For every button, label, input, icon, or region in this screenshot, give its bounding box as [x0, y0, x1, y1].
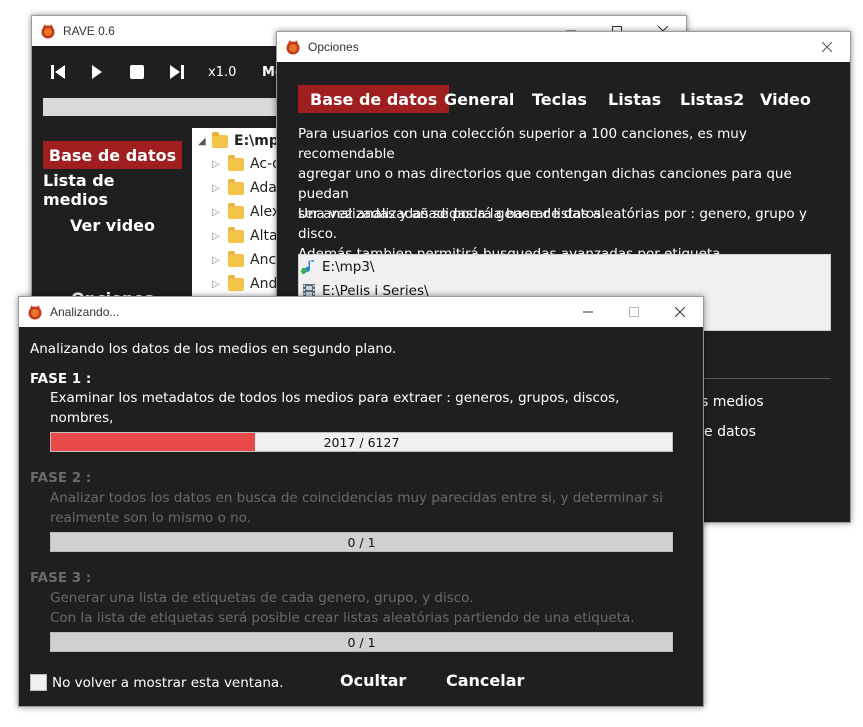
phase-description-line: Examinar los metadatos de todos los medi… [50, 390, 620, 426]
next-button[interactable] [167, 62, 187, 82]
dont-show-again-checkbox[interactable] [30, 674, 47, 691]
phase-1-title: FASE 1 : [30, 371, 92, 387]
phase-1-progress-label: 2017 / 6127 [323, 434, 400, 450]
tab-listas2[interactable]: Listas2 [668, 85, 756, 113]
skip-next-icon [170, 65, 184, 79]
phase-description-line: realmente son lo mismo o no. [50, 510, 251, 526]
minimize-icon [583, 311, 593, 313]
description-line: Una vez analizadas se podrá generar list… [298, 206, 807, 242]
play-button[interactable] [87, 62, 107, 82]
phase-2-progress-bar: 0 / 1 [50, 532, 673, 552]
tab-listas[interactable]: Listas [596, 85, 673, 113]
phase-3-progress-bar: 0 / 1 [50, 632, 673, 652]
rave-app-icon [41, 24, 55, 39]
tree-item[interactable]: ▷ Ac-dc [192, 154, 289, 174]
folder-icon [228, 178, 244, 195]
stop-icon [130, 65, 144, 79]
close-button[interactable] [804, 32, 850, 62]
close-icon [822, 42, 832, 52]
folder-icon [228, 274, 244, 291]
collapsed-arrow-icon: ▷ [212, 206, 220, 218]
minimize-button[interactable] [565, 297, 611, 327]
folder-icon [228, 154, 244, 171]
nav-lista-de-medios[interactable]: Lista de medios [43, 171, 182, 209]
tab-video[interactable]: Video [748, 85, 823, 113]
nav-ver-video[interactable]: Ver video [43, 211, 182, 239]
phase-3-description: Generar una lista de etiquetas de cada g… [50, 588, 670, 628]
tab-base-de-datos[interactable]: Base de datos [298, 85, 450, 113]
stop-button[interactable] [127, 62, 147, 82]
directory-item[interactable]: E:\mp3\ [301, 257, 374, 277]
rave-app-icon [286, 40, 300, 55]
tree-item[interactable]: ▷ Alex [192, 202, 280, 222]
option-medios-label[interactable]: s medios [701, 394, 764, 410]
tab-general[interactable]: General [432, 85, 526, 113]
collapsed-arrow-icon: ▷ [212, 182, 220, 194]
tree-item[interactable]: ▷ Altar [192, 226, 283, 246]
phase-3-title: FASE 3 : [30, 570, 92, 586]
expanded-arrow-icon: ◢ [198, 135, 206, 147]
cancel-button[interactable]: Cancelar [446, 671, 524, 690]
skip-previous-icon [51, 65, 65, 79]
phase-2-title: FASE 2 : [30, 470, 92, 486]
dont-show-again-label[interactable]: No volver a mostrar esta ventana. [52, 675, 283, 691]
phase-2-progress-label: 0 / 1 [347, 534, 376, 550]
folder-icon [228, 226, 244, 243]
tree-root[interactable]: ◢ E:\mp3 [192, 131, 289, 151]
analizando-window-title: Analizando... [50, 305, 120, 319]
folder-icon [228, 250, 244, 267]
phase-2-description: Analizar todos los datos en busca de coi… [50, 488, 670, 528]
previous-button[interactable] [48, 62, 68, 82]
collapsed-arrow-icon: ▷ [212, 278, 220, 290]
nav-base-de-datos[interactable]: Base de datos [43, 141, 182, 169]
description-line: Para usuarios con una colección superior… [298, 126, 747, 162]
analizando-titlebar[interactable]: Analizando... [19, 297, 703, 327]
intro-text: Analizando los datos de los medios en se… [30, 341, 397, 357]
play-icon [92, 65, 102, 79]
description-line: agregar uno o mas directorios que conten… [298, 166, 792, 202]
collapsed-arrow-icon: ▷ [212, 254, 220, 266]
rave-window-title: RAVE 0.6 [63, 24, 115, 38]
music-folder-icon [301, 260, 314, 274]
phase-description-line: Con la lista de etiquetas será posible c… [50, 610, 635, 626]
phase-description-line: Analizar todos los datos en busca de coi… [50, 490, 663, 506]
folder-open-icon [212, 131, 228, 148]
option-datos-label[interactable]: e datos [704, 424, 756, 440]
speed-label[interactable]: x1.0 [208, 65, 236, 80]
maximize-icon [629, 307, 639, 317]
rave-app-icon [28, 305, 42, 320]
opciones-window-title: Opciones [308, 40, 359, 54]
analizando-window: Analizando... Analizando los datos de lo… [18, 296, 704, 707]
hide-button[interactable]: Ocultar [340, 671, 406, 690]
phase-description-line: Generar una lista de etiquetas de cada g… [50, 590, 474, 606]
maximize-button[interactable] [611, 297, 657, 327]
close-icon [675, 307, 685, 317]
phase-1-progress-bar: 2017 / 6127 [50, 432, 673, 452]
opciones-titlebar[interactable]: Opciones [277, 32, 850, 62]
tab-teclas[interactable]: Teclas [520, 85, 599, 113]
collapsed-arrow-icon: ▷ [212, 158, 220, 170]
collapsed-arrow-icon: ▷ [212, 230, 220, 242]
phase-3-progress-label: 0 / 1 [347, 634, 376, 650]
directory-path: E:\mp3\ [322, 259, 375, 275]
folder-icon [228, 202, 244, 219]
close-button[interactable] [657, 297, 703, 327]
